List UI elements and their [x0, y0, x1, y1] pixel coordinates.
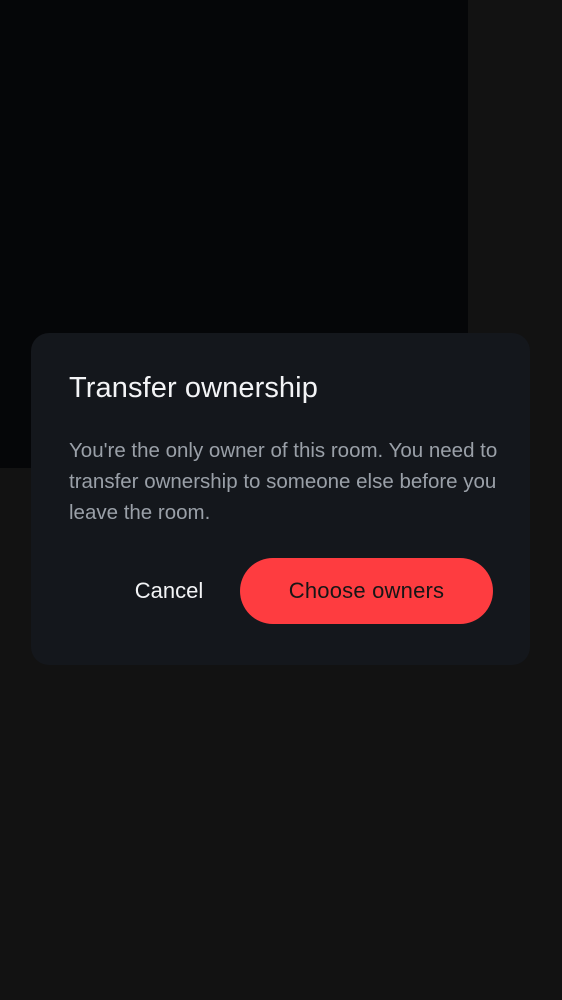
dialog-title: Transfer ownership — [69, 372, 318, 404]
choose-owners-button[interactable]: Choose owners — [240, 558, 493, 624]
dialog-message: You're the only owner of this room. You … — [69, 439, 498, 524]
transfer-ownership-dialog: Transfer ownership You're the only owner… — [31, 333, 530, 665]
cancel-button[interactable]: Cancel — [119, 559, 219, 623]
